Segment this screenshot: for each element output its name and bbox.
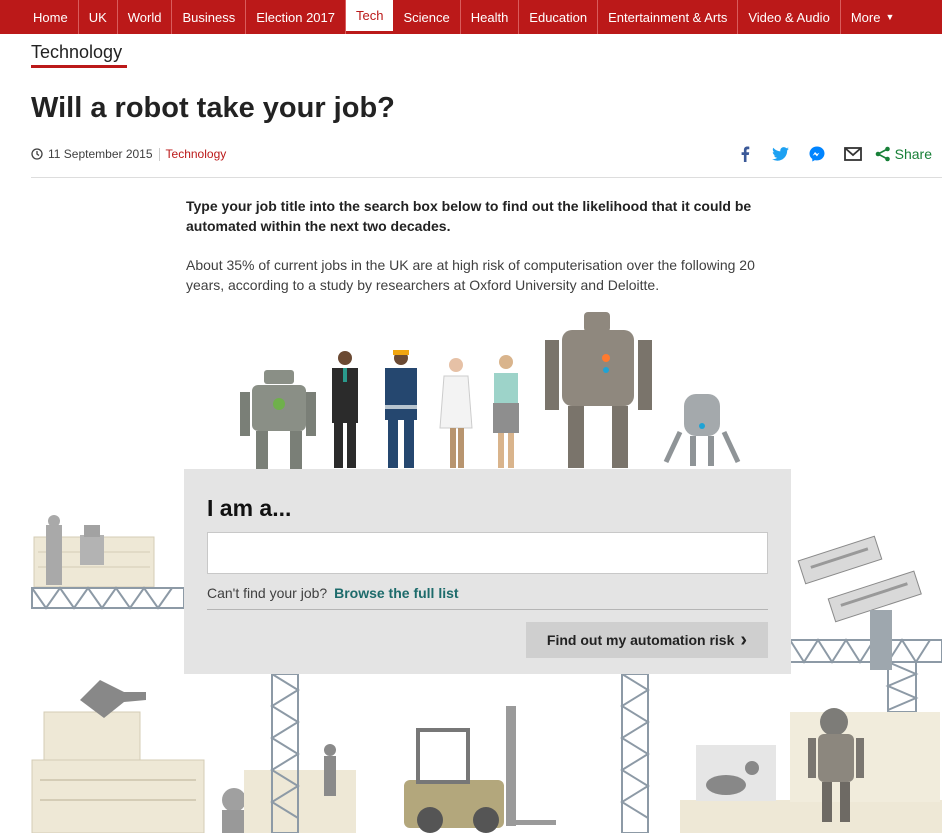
nav-item-more[interactable]: More ▼ <box>841 0 905 34</box>
section-underline <box>31 65 127 68</box>
share-button[interactable]: Share <box>875 146 932 162</box>
large-robot-illustration <box>545 312 652 468</box>
bottom-left-illustration <box>31 680 356 833</box>
small-robot-illustration <box>663 394 741 466</box>
header-divider <box>31 177 942 178</box>
nav-item-entertainment-arts[interactable]: Entertainment & Arts <box>598 0 739 34</box>
twitter-icon[interactable] <box>763 143 799 165</box>
nav-item-world[interactable]: World <box>118 0 173 34</box>
nav-item-uk[interactable]: UK <box>79 0 118 34</box>
caret-down-icon: ▼ <box>885 12 895 22</box>
forklift-illustration <box>404 706 556 833</box>
intro-text: About 35% of current jobs in the UK are … <box>186 257 755 293</box>
office-worker-illustration <box>493 355 519 468</box>
nav-item-education[interactable]: Education <box>519 0 599 34</box>
nav-item-tech[interactable]: Tech <box>346 0 394 34</box>
businessman-illustration <box>332 351 358 468</box>
share-bar: Share <box>727 143 932 165</box>
browse-full-list-link[interactable]: Browse the full list <box>334 585 458 601</box>
top-nav: Home UK World Business Election 2017 Tec… <box>0 0 942 34</box>
messenger-icon[interactable] <box>799 143 835 165</box>
job-search-panel: I am a... Can't find your job? Browse th… <box>184 469 791 674</box>
facebook-icon[interactable] <box>727 143 763 165</box>
article-topic-link[interactable]: Technology <box>166 147 227 161</box>
share-label: Share <box>894 146 932 162</box>
clock-icon <box>31 148 43 160</box>
nav-more-label: More <box>850 9 881 25</box>
meta-separator <box>158 147 160 161</box>
nav-item-health[interactable]: Health <box>461 0 520 34</box>
doctor-illustration <box>439 358 473 468</box>
nav-item-election-2017[interactable]: Election 2017 <box>246 0 346 34</box>
nav-item-home[interactable]: Home <box>0 0 79 34</box>
page-title: Will a robot take your job? <box>31 92 395 124</box>
nav-item-science[interactable]: Science <box>393 0 461 34</box>
job-title-input[interactable] <box>207 532 768 574</box>
robot-lineup-illustration <box>240 370 316 469</box>
chevron-right-icon: › <box>740 629 748 651</box>
job-search-help-text: Can't find your job? <box>207 585 328 601</box>
article-meta: 11 September 2015 Technology <box>31 147 226 161</box>
share-icon <box>875 146 890 162</box>
construction-worker-illustration <box>385 350 417 468</box>
nav-item-video-audio[interactable]: Video & Audio <box>738 0 841 34</box>
article-date: 11 September 2015 <box>48 147 153 161</box>
panel-divider <box>207 609 768 610</box>
find-automation-risk-label: Find out my automation risk <box>546 632 735 648</box>
intro-bold-text: Type your job title into the search box … <box>186 198 752 234</box>
job-search-help: Can't find your job? Browse the full lis… <box>207 585 459 601</box>
left-scaffold-illustration <box>31 515 185 610</box>
nav-item-business[interactable]: Business <box>172 0 247 34</box>
job-search-title: I am a... <box>207 495 292 521</box>
email-icon[interactable] <box>835 143 871 165</box>
section-title[interactable]: Technology <box>31 42 122 63</box>
find-automation-risk-button[interactable]: Find out my automation risk › <box>526 622 768 658</box>
